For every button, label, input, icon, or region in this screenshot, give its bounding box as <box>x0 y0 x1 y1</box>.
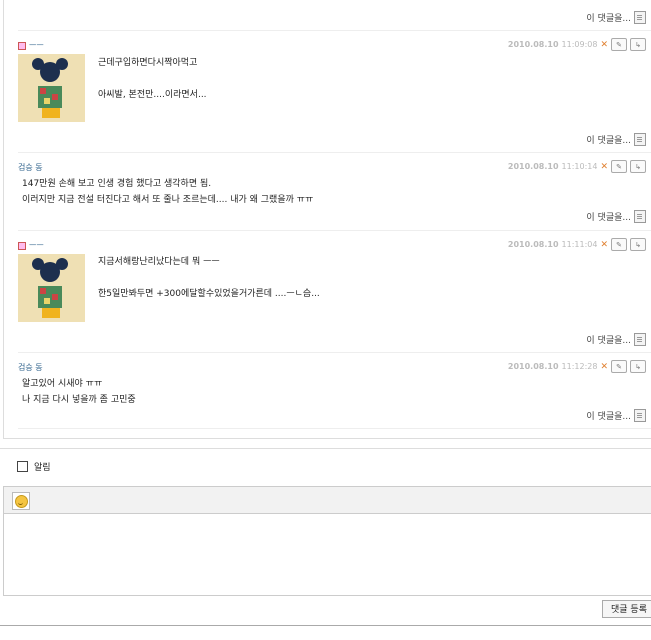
edit-icon[interactable]: ✎ <box>611 160 627 173</box>
delete-icon[interactable]: ✕ <box>600 162 608 172</box>
reply-arrow-icon[interactable]: ↳ <box>630 160 646 173</box>
reply-arrow-icon[interactable]: ↳ <box>630 238 646 251</box>
reply-link[interactable]: 이 댓글을... <box>586 11 646 24</box>
divider <box>18 230 651 231</box>
notify-label: 알림 <box>34 463 51 473</box>
comment-date: 2010.08.10 <box>507 240 559 249</box>
comment-item: 검승 동 2010.08.10 11:10:14 ✕ ✎ ↳ 147만원 손해 … <box>18 160 651 228</box>
reply-arrow-icon[interactable]: ↳ <box>630 360 646 373</box>
delete-icon[interactable]: ✕ <box>600 362 608 372</box>
author-name: 검승 동 <box>18 163 43 172</box>
comment-author[interactable]: ㅡㅡ <box>18 240 44 251</box>
comment-author[interactable]: 검승 동 <box>18 362 43 373</box>
notify-checkbox[interactable] <box>17 461 28 472</box>
reply-arrow-icon[interactable]: ↳ <box>630 38 646 51</box>
comment-date: 2010.08.10 <box>507 362 559 371</box>
reply-icon <box>634 333 646 346</box>
comment-time: 11:10:14 <box>561 162 598 171</box>
reply-icon <box>634 11 646 24</box>
emoticon-button[interactable] <box>12 492 30 510</box>
submit-comment-button[interactable]: 댓글 등록 <box>602 600 651 618</box>
author-name: 검승 동 <box>18 363 43 372</box>
comment-item: 검승 동 2010.08.10 11:12:28 ✕ ✎ ↳ 알고있어 시새야 … <box>18 360 651 430</box>
avatar <box>18 54 85 122</box>
user-icon <box>18 41 26 50</box>
notify-option: 알림 <box>17 460 51 473</box>
divider <box>18 428 651 429</box>
comment-author[interactable]: ㅡㅡ <box>18 40 44 51</box>
comment-time: 11:12:28 <box>561 362 598 371</box>
reply-icon <box>634 210 646 223</box>
reply-link[interactable]: 이 댓글을... <box>586 409 646 422</box>
comment-meta: 2010.08.10 11:10:14 ✕ ✎ ↳ <box>508 160 646 173</box>
edit-icon[interactable]: ✎ <box>611 360 627 373</box>
author-name: ㅡㅡ <box>29 241 44 250</box>
reply-link[interactable]: 이 댓글을... <box>586 133 646 146</box>
reply-link-label: 이 댓글을... <box>586 412 631 422</box>
comment-time: 11:09:08 <box>561 40 598 49</box>
comment-body: 지금서해랑난리났다는데 뭐 ㅡㅡ 한5일만봐두면 +300에달할수있었을거가른데… <box>98 257 320 299</box>
reply-icon <box>634 133 646 146</box>
reply-link[interactable]: 이 댓글을... <box>586 210 646 223</box>
author-name: ㅡㅡ <box>29 41 44 50</box>
edit-icon[interactable]: ✎ <box>611 238 627 251</box>
editor-toolbar <box>4 487 651 514</box>
reply-link-label: 이 댓글을... <box>586 14 631 24</box>
user-icon <box>18 241 26 250</box>
comment-body: 147만원 손해 보고 인생 경험 했다고 생각하면 됨. 이러지만 지금 전설… <box>22 179 314 205</box>
comment-list: 이 댓글을... ㅡㅡ 2010.08.10 11:09:08 ✕ ✎ ↳ 근데… <box>3 0 651 439</box>
comment-author[interactable]: 검승 동 <box>18 162 43 173</box>
avatar <box>18 254 85 322</box>
smiley-icon <box>14 494 28 508</box>
comment-item: ㅡㅡ 2010.08.10 11:09:08 ✕ ✎ ↳ 근데구입하면다시짝아먹… <box>18 38 651 150</box>
reply-link-label: 이 댓글을... <box>586 136 631 146</box>
delete-icon[interactable]: ✕ <box>600 240 608 250</box>
divider <box>18 352 651 353</box>
comment-time: 11:11:04 <box>561 240 598 249</box>
submit-label: 댓글 등록 <box>611 605 647 615</box>
reply-icon <box>634 409 646 422</box>
comment-textarea[interactable] <box>4 514 650 593</box>
divider <box>0 448 651 449</box>
comment-meta: 2010.08.10 11:11:04 ✕ ✎ ↳ <box>508 238 646 251</box>
reply-link[interactable]: 이 댓글을... <box>586 333 646 346</box>
comment-body: 근데구입하면다시짝아먹고 아씨발, 본전만....이라면서... <box>98 58 207 100</box>
comment-body: 알고있어 시새야 ㅠㅠ 나 지금 다시 넣을까 좀 고민중 <box>22 379 136 405</box>
comment-editor <box>3 486 651 596</box>
divider <box>18 152 651 153</box>
edit-icon[interactable]: ✎ <box>611 38 627 51</box>
comment-meta: 2010.08.10 11:09:08 ✕ ✎ ↳ <box>508 38 646 51</box>
comment-date: 2010.08.10 <box>507 40 559 49</box>
reply-link-label: 이 댓글을... <box>586 213 631 223</box>
comment-item: ㅡㅡ 2010.08.10 11:11:04 ✕ ✎ ↳ 지금서해랑난리났다는데… <box>18 238 651 350</box>
comment-meta: 2010.08.10 11:12:28 ✕ ✎ ↳ <box>508 360 646 373</box>
comment-date: 2010.08.10 <box>507 162 559 171</box>
delete-icon[interactable]: ✕ <box>600 40 608 50</box>
divider <box>0 625 651 626</box>
divider <box>18 30 651 31</box>
reply-link-label: 이 댓글을... <box>586 336 631 346</box>
